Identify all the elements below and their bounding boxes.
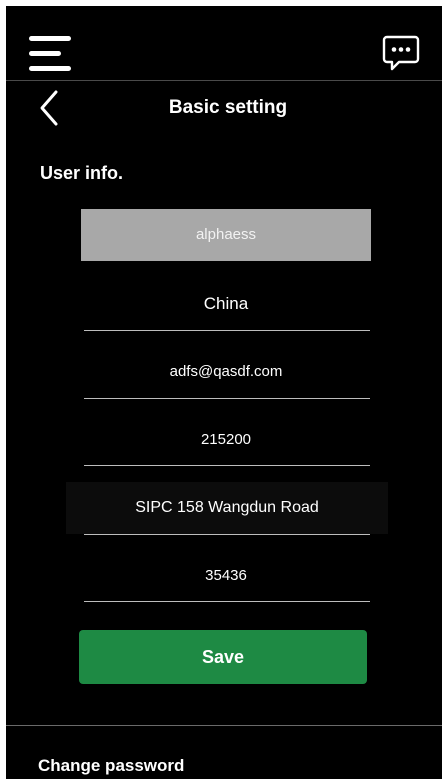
email-underline — [84, 398, 370, 399]
phone-field[interactable]: 35436 — [81, 550, 371, 602]
address-underline — [84, 534, 370, 535]
postcode-underline — [84, 465, 370, 466]
country-underline — [84, 330, 370, 331]
postcode-field[interactable]: 215200 — [81, 414, 371, 466]
top-bar — [6, 6, 442, 81]
app-screen: Basic setting User info. alphaess China … — [6, 6, 442, 779]
email-field[interactable]: adfs@qasdf.com — [81, 346, 371, 398]
section-divider — [6, 725, 442, 726]
chat-bubble-icon[interactable] — [382, 34, 420, 74]
page-title: Basic setting — [168, 97, 288, 118]
hamburger-menu-icon[interactable] — [29, 36, 71, 72]
user-info-heading: User info. — [40, 163, 124, 183]
address-field[interactable]: SIPC 158 Wangdun Road — [66, 482, 388, 534]
country-field[interactable]: China — [81, 278, 371, 330]
title-bar: Basic setting — [6, 81, 442, 137]
username-field: alphaess — [81, 209, 371, 261]
save-button[interactable]: Save — [79, 630, 367, 684]
phone-underline — [84, 601, 370, 602]
change-password-heading[interactable]: Change password — [38, 756, 184, 776]
